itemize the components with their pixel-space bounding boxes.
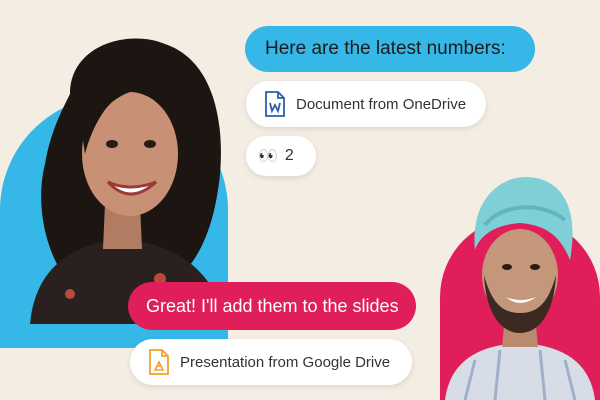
- google-drive-attachment[interactable]: Presentation from Google Drive: [130, 339, 412, 385]
- word-document-icon: [265, 91, 285, 117]
- outgoing-message-text: Great! I'll add them to the slides: [146, 295, 399, 316]
- google-drive-attachment-label: Presentation from Google Drive: [180, 353, 391, 371]
- chat-illustration: Here are the latest numbers: Document fr…: [0, 0, 600, 400]
- reaction-count: 2: [284, 147, 294, 164]
- google-slides-icon: [149, 349, 169, 375]
- onedrive-attachment-label: Document from OneDrive: [296, 95, 467, 113]
- reaction-pill[interactable]: 👀 2: [246, 136, 316, 176]
- incoming-message-bubble: Here are the latest numbers:: [245, 26, 535, 72]
- onedrive-attachment[interactable]: Document from OneDrive: [246, 81, 486, 127]
- avatar-man: [445, 177, 595, 400]
- avatar-woman: [30, 38, 225, 324]
- outgoing-message-bubble: Great! I'll add them to the slides: [128, 282, 416, 330]
- eyes-emoji-icon: 👀: [258, 148, 279, 165]
- incoming-message-text: Here are the latest numbers:: [265, 38, 506, 59]
